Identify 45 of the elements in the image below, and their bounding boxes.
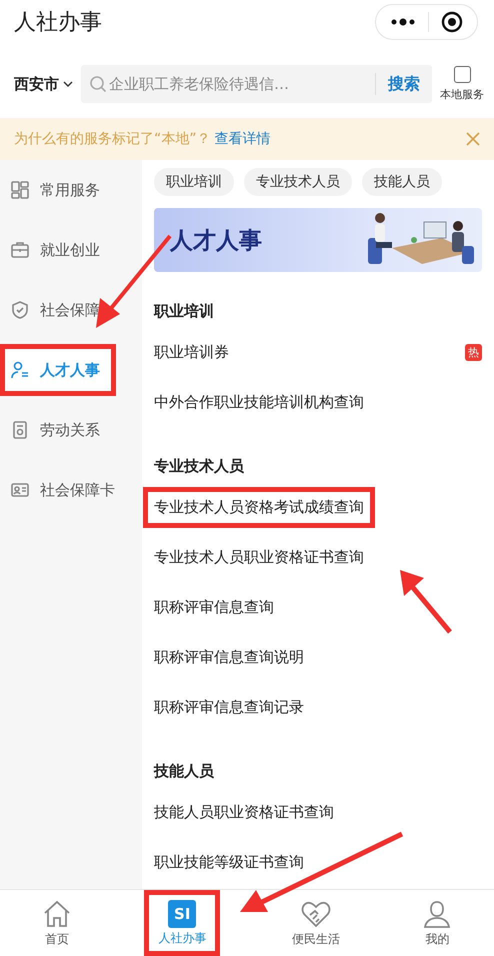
banner-title: 人才人事: [168, 226, 262, 256]
app-logo: SI: [168, 900, 196, 928]
shield-icon: [10, 300, 30, 320]
card-icon: [10, 480, 30, 500]
arrow: [400, 570, 452, 634]
search-field[interactable]: 企业职工养老保险待遇信… 搜索: [81, 65, 432, 103]
notice-text: 为什么有的服务标记了“本地”？: [14, 130, 211, 148]
tab-item[interactable]: 便民生活: [282, 890, 350, 956]
section-title: 技能人员: [154, 762, 215, 781]
sidebar-item[interactable]: 劳动关系: [0, 404, 142, 456]
banner[interactable]: 人才人事: [154, 208, 482, 272]
sidebar-item[interactable]: 常用服务: [0, 164, 142, 216]
service-link[interactable]: 技能人员职业资格证书查询: [154, 796, 334, 828]
section-title: 专业技术人员: [154, 457, 245, 476]
category-chip[interactable]: 技能人员: [362, 168, 442, 196]
service-link[interactable]: 专业技术人员职业资格证书查询: [154, 542, 364, 572]
service-link[interactable]: 中外合作职业技能培训机构查询: [154, 386, 364, 418]
city-selector[interactable]: 西安市: [14, 74, 73, 94]
person-list-icon: [10, 360, 30, 380]
document-icon: [10, 420, 30, 440]
briefcase-icon: [10, 240, 30, 260]
search-icon: [89, 75, 107, 93]
sidebar-item[interactable]: 就业创业: [0, 224, 142, 276]
tab-item[interactable]: 我的: [411, 890, 464, 956]
search-button[interactable]: 搜索: [376, 74, 432, 94]
details-link[interactable]: 查看详情: [214, 130, 271, 148]
category-chip[interactable]: 专业技术人员: [244, 168, 352, 196]
hot-badge: 热: [465, 344, 482, 360]
category-chip[interactable]: 职业培训: [154, 168, 234, 196]
sidebar-item[interactable]: 社会保障卡: [0, 464, 142, 516]
close-target-icon[interactable]: [441, 11, 463, 33]
service-link[interactable]: 职称评审信息查询记录: [154, 692, 304, 722]
chevron-down-icon: [63, 81, 73, 87]
service-link[interactable]: 职业技能等级证书查询: [154, 846, 304, 878]
service-link[interactable]: 职业培训券: [154, 336, 229, 368]
tab-item[interactable]: 首页: [30, 890, 83, 956]
service-link[interactable]: 职称评审信息查询说明: [154, 642, 304, 672]
more-icon[interactable]: [390, 18, 416, 26]
service-link[interactable]: 专业技术人员资格考试成绩查询: [143, 486, 375, 528]
section-title: 职业培训: [154, 302, 215, 321]
service-link[interactable]: 职称评审信息查询: [154, 592, 274, 622]
local-label: 本地服务: [440, 87, 484, 102]
grid-icon: [10, 180, 30, 200]
page-title: 人社办事: [14, 9, 102, 37]
local-checkbox[interactable]: [454, 66, 470, 83]
